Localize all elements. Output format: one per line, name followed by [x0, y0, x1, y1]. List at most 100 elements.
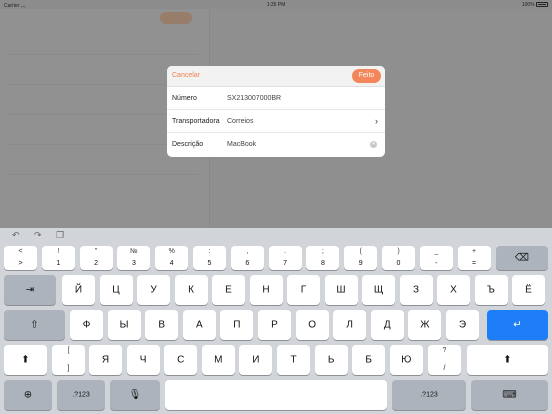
key-label: Ш	[336, 284, 346, 296]
cancel-button[interactable]: Cancelar	[172, 72, 200, 79]
key-Э[interactable]: Э	[446, 310, 479, 340]
key-label: Ц	[112, 284, 120, 296]
key-num-4[interactable]: % 4	[155, 246, 189, 270]
key-Ю[interactable]: Ю	[389, 345, 423, 375]
key-num-0[interactable]: ) 0	[382, 246, 415, 270]
key-Л[interactable]: Л	[333, 310, 367, 340]
redo-icon[interactable]: ↷	[34, 230, 42, 241]
key-Ё[interactable]: Ё	[512, 275, 545, 305]
background-add-button	[160, 12, 192, 24]
hide-keyboard-key[interactable]: ⌨	[471, 380, 548, 410]
paste-icon[interactable]: ❐	[56, 230, 64, 241]
key-bracket[interactable]: []	[52, 345, 85, 375]
keyboard: ↶ ↷ ❐ < >! 1 " 2 № 3% 4:5, 6. 7; 8(9) 0 _ - + = ⌫ ⇥ Й Ц У К Е Н…	[0, 228, 552, 414]
shift-key-left-2[interactable]: ⬆	[4, 345, 47, 375]
edit-package-modal: Cancelar Feito Número SX213007000BR Tran…	[167, 66, 385, 157]
key-primary-label: 6	[245, 260, 250, 267]
key-Й[interactable]: Й	[62, 275, 95, 305]
key-Б[interactable]: Б	[352, 345, 386, 375]
key-В[interactable]: В	[145, 310, 179, 340]
delete-key[interactable]: ⌫	[496, 246, 548, 270]
tab-icon: ⇥	[25, 284, 35, 296]
key-num-7[interactable]: .7	[268, 246, 302, 270]
key-question[interactable]: ? /	[428, 345, 461, 375]
key-num->[interactable]: < >	[4, 246, 37, 270]
key-Щ[interactable]: Щ	[362, 275, 395, 305]
key-Ц[interactable]: Ц	[99, 275, 133, 305]
key-num-5[interactable]: :5	[193, 246, 226, 270]
key-primary-label: =	[472, 260, 477, 267]
key-З[interactable]: З	[399, 275, 433, 305]
key-Ш[interactable]: Ш	[324, 275, 358, 305]
key-label: Е	[225, 284, 232, 296]
carrier-label: Transportadora	[172, 118, 220, 125]
chevron-right-icon: ›	[375, 116, 378, 126]
key-label: Ы	[119, 319, 129, 331]
key-label: Р	[271, 319, 278, 331]
key-label: Ж	[420, 319, 430, 331]
modal-header: Cancelar Feito	[167, 66, 385, 87]
key-И[interactable]: И	[239, 345, 273, 375]
key-label: З	[412, 284, 420, 296]
key-Ж[interactable]: Ж	[408, 310, 442, 340]
numbers-mode-key-right[interactable]: .?123	[392, 380, 466, 410]
clear-text-icon[interactable]: ✕	[370, 141, 377, 148]
key-П[interactable]: П	[220, 310, 254, 340]
key-Ъ[interactable]: Ъ	[474, 275, 508, 305]
key-num--[interactable]: _ -	[419, 246, 453, 270]
key-label: Т	[290, 354, 297, 366]
shift-key-left[interactable]: ⇧	[4, 310, 65, 340]
key-num-9[interactable]: (9	[344, 246, 378, 270]
key-label: Д	[383, 319, 391, 331]
key-О[interactable]: О	[295, 310, 329, 340]
key-num-1[interactable]: ! 1	[41, 246, 75, 270]
key-num-=[interactable]: + =	[457, 246, 491, 270]
globe-key[interactable]: ⊕	[4, 380, 52, 410]
numbers-mode-key-left[interactable]: .?123	[57, 380, 105, 410]
key-Ь[interactable]: Ь	[314, 345, 348, 375]
return-key[interactable]: ↵	[487, 310, 548, 340]
key-num-8[interactable]: ; 8	[306, 246, 340, 270]
key-Ф[interactable]: Ф	[70, 310, 103, 340]
number-row[interactable]: Número SX213007000BR	[167, 87, 385, 110]
key-К[interactable]: К	[174, 275, 208, 305]
status-bar: Carrier ︵ 1:35 PM 100%	[0, 0, 552, 9]
key-М[interactable]: М	[201, 345, 235, 375]
key-Я[interactable]: Я	[89, 345, 122, 375]
key-Ы[interactable]: Ы	[107, 310, 141, 340]
key-label: Ю	[401, 354, 412, 366]
number-label: Número	[172, 95, 197, 102]
background-divider	[8, 174, 198, 175]
key-label: Й	[74, 284, 83, 296]
key-secondary-label: ;	[321, 248, 324, 255]
tab-key[interactable]: ⇥	[4, 275, 56, 305]
keyboard-shortcut-bar: ↶ ↷ ❐	[0, 228, 552, 243]
key-Т[interactable]: Т	[277, 345, 310, 375]
key-Е[interactable]: Е	[212, 275, 245, 305]
shift-key-right[interactable]: ⬆	[467, 345, 548, 375]
key-Д[interactable]: Д	[370, 310, 404, 340]
number-input[interactable]: SX213007000BR	[227, 95, 281, 102]
key-Н[interactable]: Н	[249, 275, 283, 305]
done-button[interactable]: Feito	[352, 69, 381, 83]
mic-key[interactable]: 🎙	[110, 380, 160, 410]
space-key[interactable]	[165, 380, 387, 410]
key-label: О	[308, 319, 316, 331]
key-У[interactable]: У	[137, 275, 170, 305]
description-input[interactable]: MacBook	[227, 141, 256, 148]
key-Р[interactable]: Р	[258, 310, 291, 340]
description-row[interactable]: Descrição MacBook ✕	[167, 133, 385, 156]
key-Г[interactable]: Г	[287, 275, 320, 305]
key-Х[interactable]: Х	[437, 275, 470, 305]
key-num-6[interactable]: ,6	[230, 246, 264, 270]
key-num-3[interactable]: № 3	[117, 246, 151, 270]
undo-icon[interactable]: ↶	[12, 230, 20, 241]
key-num-2[interactable]: " 2	[79, 246, 113, 270]
key-Ч[interactable]: Ч	[126, 345, 160, 375]
key-А[interactable]: А	[182, 310, 216, 340]
key-label: Г	[300, 284, 307, 296]
key-С[interactable]: С	[164, 345, 198, 375]
key-label: Ь	[327, 354, 335, 366]
carrier-row[interactable]: Transportadora Correios ›	[167, 110, 385, 133]
key-label: М	[214, 354, 223, 366]
